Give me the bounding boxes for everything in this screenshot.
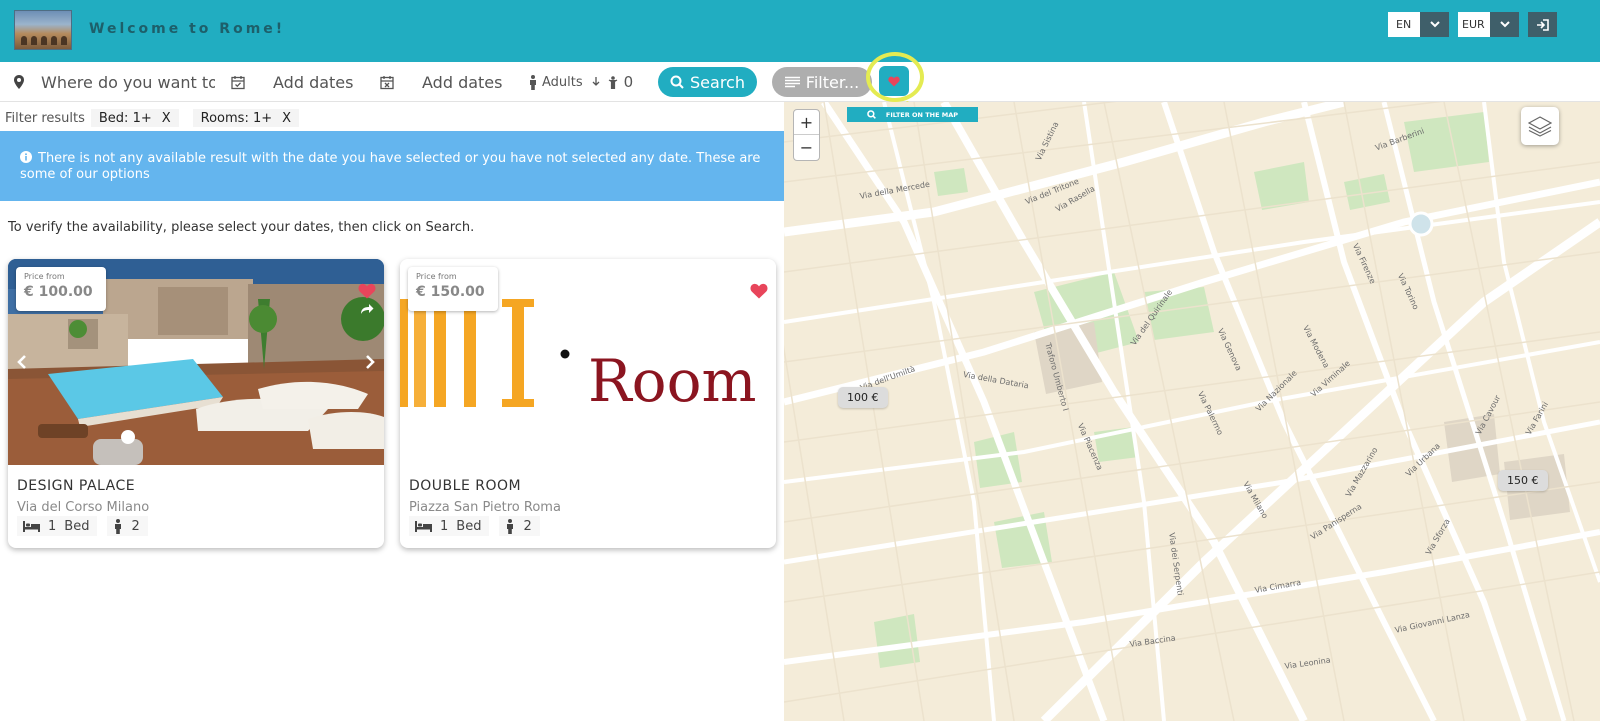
bed-icon bbox=[415, 520, 432, 532]
chevron-down-icon[interactable] bbox=[1490, 12, 1519, 37]
price-from-label: Price from bbox=[416, 272, 457, 281]
remove-filter-button[interactable]: X bbox=[162, 111, 171, 126]
zoom-out-button[interactable]: − bbox=[794, 135, 819, 160]
remove-filter-button[interactable]: X bbox=[282, 111, 291, 126]
bed-count: 1 Bed bbox=[409, 516, 490, 536]
person-icon bbox=[507, 518, 514, 534]
site-title: Welcome to Rome! bbox=[89, 21, 286, 37]
guest-count: 2 bbox=[499, 516, 540, 536]
language-select[interactable]: EN bbox=[1388, 12, 1449, 37]
active-filters: Filter results Bed: 1+ X Rooms: 1+ X bbox=[5, 109, 300, 127]
chevron-right-icon[interactable] bbox=[362, 351, 378, 373]
chevron-down-icon[interactable] bbox=[1420, 12, 1449, 37]
listing-address: Via del Corso Milano bbox=[17, 500, 150, 515]
favorite-heart-icon[interactable] bbox=[750, 283, 768, 299]
calendar-x-icon bbox=[380, 75, 394, 89]
price-from-label: Price from bbox=[24, 272, 65, 281]
share-icon[interactable] bbox=[360, 303, 374, 315]
guests-label: Adults bbox=[542, 74, 583, 90]
price-marker[interactable]: 100 € bbox=[838, 387, 888, 408]
zoom-in-button[interactable]: + bbox=[794, 110, 819, 135]
listing-meta: 1 Bed 2 bbox=[17, 516, 158, 536]
guests-field[interactable]: Adults 0 bbox=[528, 62, 633, 102]
sign-in-icon bbox=[1537, 18, 1549, 31]
map-pin-icon bbox=[14, 75, 24, 89]
price-badge: Price from € 100.00 bbox=[16, 267, 106, 311]
filter-label: Filter... bbox=[805, 72, 860, 92]
checkout-label: Add dates bbox=[422, 72, 503, 92]
zoom-control: + − bbox=[793, 109, 820, 161]
person-icon bbox=[530, 74, 536, 90]
listing-address: Piazza San Pietro Roma bbox=[409, 500, 561, 515]
price-value: € 100.00 bbox=[24, 284, 93, 300]
children-count: 0 bbox=[623, 73, 634, 91]
filter-chip-bed[interactable]: Bed: 1+ X bbox=[90, 109, 179, 127]
search-label: Search bbox=[690, 72, 745, 92]
person-icon bbox=[115, 518, 122, 534]
guest-number: 2 bbox=[523, 518, 532, 534]
guest-count: 2 bbox=[107, 516, 148, 536]
currency-select[interactable]: EUR bbox=[1458, 12, 1519, 37]
listing-photo[interactable]: Price from € 100.00 bbox=[8, 259, 384, 465]
highlight-circle bbox=[866, 52, 924, 102]
list-icon bbox=[784, 76, 800, 88]
layers-button[interactable] bbox=[1521, 107, 1559, 145]
bed-number: 1 bbox=[440, 518, 449, 534]
colosseum-logo[interactable] bbox=[14, 10, 72, 50]
listing-card[interactable]: Room Price from € 150.00 DOUBLE ROOM Pia… bbox=[400, 259, 776, 548]
filter-button[interactable]: Filter... bbox=[772, 67, 872, 97]
price-badge: Price from € 150.00 bbox=[408, 267, 498, 311]
child-icon bbox=[608, 75, 617, 89]
bed-label: Bed bbox=[456, 518, 482, 534]
arrow-down-icon bbox=[592, 77, 600, 86]
listing-name[interactable]: DESIGN PALACE bbox=[17, 478, 135, 494]
filter-on-map-button[interactable]: FILTER ON THE MAP bbox=[847, 107, 978, 122]
search-icon bbox=[670, 75, 684, 89]
filter-results-label: Filter results bbox=[5, 110, 85, 126]
filter-on-map-label: FILTER ON THE MAP bbox=[885, 110, 959, 119]
login-button[interactable] bbox=[1528, 12, 1557, 37]
listing-name[interactable]: DOUBLE ROOM bbox=[409, 478, 521, 494]
favorite-heart-icon[interactable] bbox=[358, 283, 376, 299]
chip-label: Rooms: 1+ bbox=[200, 110, 273, 126]
bed-label: Bed bbox=[64, 518, 90, 534]
map-view[interactable]: Via Barberini Via del Tritone Via Sistin… bbox=[784, 102, 1600, 721]
checkout-field[interactable]: Add dates bbox=[380, 62, 502, 102]
checkin-field[interactable]: Add dates bbox=[231, 62, 353, 102]
listing-meta: 1 Bed 2 bbox=[409, 516, 550, 536]
language-value: EN bbox=[1388, 12, 1420, 37]
top-header: Welcome to Rome! EN EUR bbox=[0, 0, 1600, 62]
where-input[interactable] bbox=[41, 72, 215, 92]
where-field[interactable] bbox=[14, 62, 215, 102]
price-value: € 150.00 bbox=[416, 284, 485, 300]
search-icon bbox=[867, 110, 876, 119]
map-tiles bbox=[784, 102, 1600, 721]
filter-chip-rooms[interactable]: Rooms: 1+ X bbox=[192, 109, 300, 127]
search-bar: Add dates Add dates Adults 0 Search Filt… bbox=[0, 62, 1600, 102]
search-button[interactable]: Search bbox=[658, 67, 757, 97]
verify-instructions: To verify the availability, please selec… bbox=[8, 220, 475, 235]
chevron-left-icon[interactable] bbox=[14, 351, 30, 373]
availability-notice: There is not any available result with t… bbox=[0, 131, 784, 201]
bed-icon bbox=[23, 520, 40, 532]
checkin-label: Add dates bbox=[273, 72, 354, 92]
listing-photo[interactable]: Room Price from € 150.00 bbox=[400, 259, 776, 465]
chip-label: Bed: 1+ bbox=[98, 110, 152, 126]
listing-logo-text: Room bbox=[588, 347, 757, 415]
guest-number: 2 bbox=[131, 518, 140, 534]
currency-value: EUR bbox=[1458, 12, 1490, 37]
calendar-check-icon bbox=[231, 75, 245, 89]
notice-text: There is not any available result with t… bbox=[20, 151, 761, 182]
price-marker[interactable]: 150 € bbox=[1498, 470, 1548, 491]
bed-number: 1 bbox=[48, 518, 57, 534]
listing-card[interactable]: Price from € 100.00 DESIGN PALACE Via de… bbox=[8, 259, 384, 548]
layers-icon bbox=[1528, 116, 1552, 137]
bed-count: 1 Bed bbox=[17, 516, 98, 536]
info-icon bbox=[20, 151, 32, 163]
